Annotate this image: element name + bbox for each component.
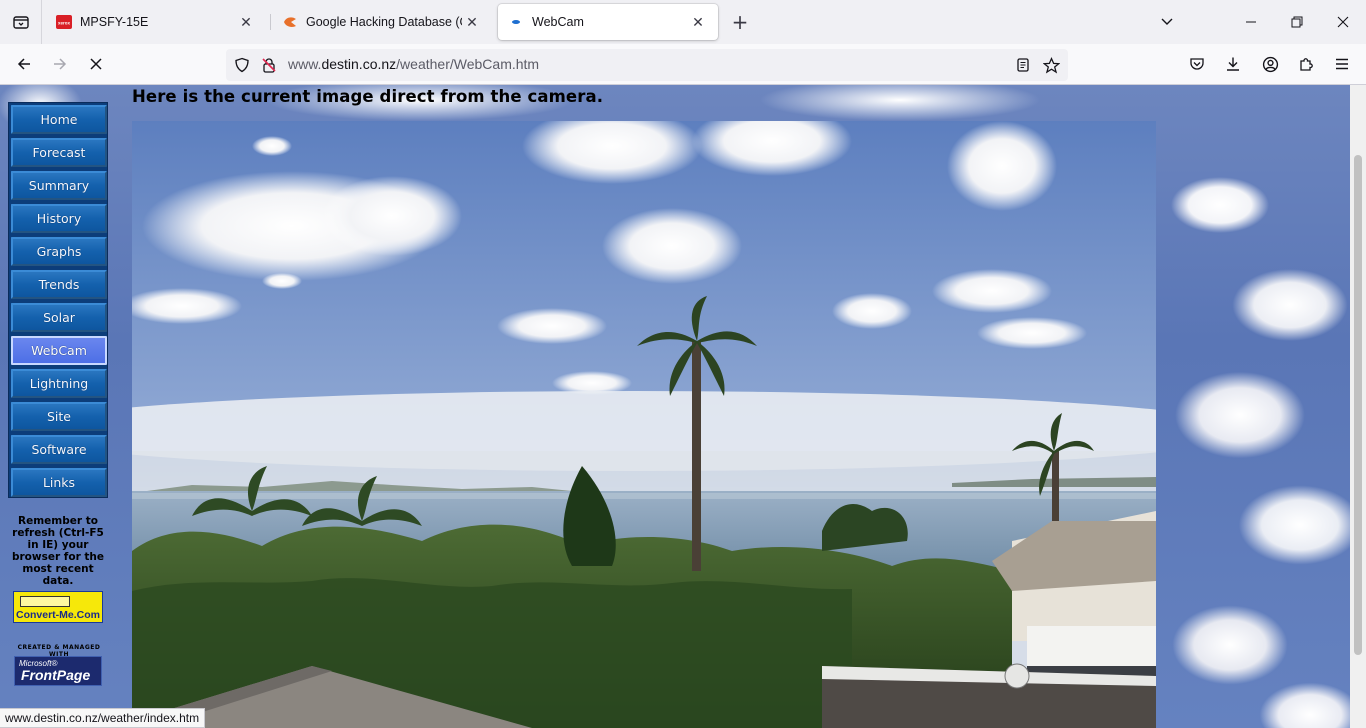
tab-title: Google Hacking Database (GHDB) <box>306 15 462 29</box>
convert-me-link[interactable]: Convert-Me.Com <box>13 591 103 623</box>
close-tab-icon[interactable]: ✕ <box>462 12 482 32</box>
nav-history[interactable]: History <box>11 204 107 233</box>
nav-site[interactable]: Site <box>11 402 107 431</box>
arrow-left-icon <box>17 58 30 70</box>
back-button[interactable] <box>9 50 39 78</box>
account-button[interactable] <box>1255 50 1285 78</box>
account-icon <box>1262 56 1278 72</box>
frontpage-name-label: FrontPage <box>21 667 91 683</box>
nav-software[interactable]: Software <box>11 435 107 464</box>
downloads-button[interactable] <box>1218 50 1248 78</box>
url-text[interactable]: www.destin.co.nz/weather/WebCam.htm <box>288 56 539 72</box>
reader-view-icon <box>1017 58 1029 72</box>
svg-text:xerox: xerox <box>58 21 71 26</box>
ruler-icon <box>20 596 70 607</box>
bookmark-button[interactable] <box>1042 56 1060 74</box>
tab-title: WebCam <box>532 15 584 29</box>
stop-loading-button[interactable] <box>81 50 111 78</box>
nav-forecast[interactable]: Forecast <box>11 138 107 167</box>
close-tab-icon[interactable]: ✕ <box>688 12 708 32</box>
nav-lightning[interactable]: Lightning <box>11 369 107 398</box>
frontpage-logo: Microsoft® FrontPage <box>14 656 102 686</box>
address-bar[interactable]: www.destin.co.nz/weather/WebCam.htm <box>226 49 1068 81</box>
restore-button[interactable] <box>1282 8 1312 36</box>
webcam-image <box>132 121 1156 728</box>
xerox-icon: xerox <box>56 15 72 29</box>
status-bar-link-preview: www.destin.co.nz/weather/index.htm <box>0 708 206 728</box>
scrollbar-thumb[interactable] <box>1354 155 1362 655</box>
plus-icon: + <box>731 10 749 34</box>
tab-separator <box>270 14 271 30</box>
stop-icon <box>90 58 102 70</box>
url-prefix: www. <box>288 56 322 72</box>
site-navigation: Home Forecast Summary History Graphs Tre… <box>8 102 108 498</box>
minimize-icon <box>1246 21 1256 23</box>
extensions-button[interactable] <box>1291 50 1321 78</box>
close-icon <box>1337 16 1349 28</box>
tab-overflow-button[interactable] <box>1152 8 1182 36</box>
lock-slash-icon <box>262 58 276 73</box>
nav-webcam[interactable]: WebCam <box>11 336 107 365</box>
nav-graphs[interactable]: Graphs <box>11 237 107 266</box>
close-window-button[interactable] <box>1328 8 1358 36</box>
url-path: /weather/WebCam.htm <box>396 56 540 72</box>
tab-webcam[interactable]: WebCam ✕ <box>498 4 718 40</box>
star-icon <box>1042 56 1060 73</box>
webcam-site-icon <box>512 20 520 24</box>
web-page: Here is the current image direct from th… <box>0 85 1350 728</box>
nav-links[interactable]: Links <box>11 468 107 497</box>
reader-view-button[interactable] <box>1014 56 1032 74</box>
connection-not-secure-icon[interactable] <box>260 56 278 74</box>
pocket-icon <box>1190 58 1204 70</box>
tab-strip: xerox MPSFY-15E ✕ Google Hacking Databas… <box>0 0 1366 44</box>
tab-manager-icon <box>12 16 29 29</box>
tab-mpsfy[interactable]: xerox MPSFY-15E ✕ <box>46 4 266 40</box>
arrow-right-icon <box>54 58 67 70</box>
shield-icon <box>235 57 249 73</box>
list-all-tabs-button[interactable] <box>0 0 42 44</box>
exploit-db-icon <box>284 17 296 27</box>
minimize-button[interactable] <box>1236 8 1266 36</box>
navigation-toolbar: www.destin.co.nz/weather/WebCam.htm <box>0 44 1366 85</box>
close-tab-icon[interactable]: ✕ <box>236 12 256 32</box>
forward-button[interactable] <box>45 50 75 78</box>
nav-trends[interactable]: Trends <box>11 270 107 299</box>
new-tab-button[interactable]: + <box>728 10 752 34</box>
pocket-button[interactable] <box>1182 50 1212 78</box>
page-heading: Here is the current image direct from th… <box>132 87 604 106</box>
hamburger-menu-icon <box>1336 58 1348 70</box>
tab-title: MPSFY-15E <box>80 15 149 29</box>
page-scrollbar[interactable] <box>1350 85 1366 728</box>
url-host: destin.co.nz <box>321 56 397 72</box>
refresh-reminder: Remember to refresh (Ctrl-F5 in IE) your… <box>11 515 105 587</box>
download-icon <box>1227 57 1239 71</box>
chevron-down-icon <box>1161 18 1173 25</box>
nav-solar[interactable]: Solar <box>11 303 107 332</box>
app-menu-button[interactable] <box>1327 50 1357 78</box>
tracking-protection-icon[interactable] <box>233 56 251 74</box>
nav-home[interactable]: Home <box>11 105 107 134</box>
tab-ghdb[interactable]: Google Hacking Database (GHDB) ✕ <box>272 4 492 40</box>
puzzle-icon <box>1300 58 1313 71</box>
restore-icon <box>1291 16 1303 28</box>
convert-me-label: Convert-Me.Com <box>15 609 100 621</box>
nav-summary[interactable]: Summary <box>11 171 107 200</box>
